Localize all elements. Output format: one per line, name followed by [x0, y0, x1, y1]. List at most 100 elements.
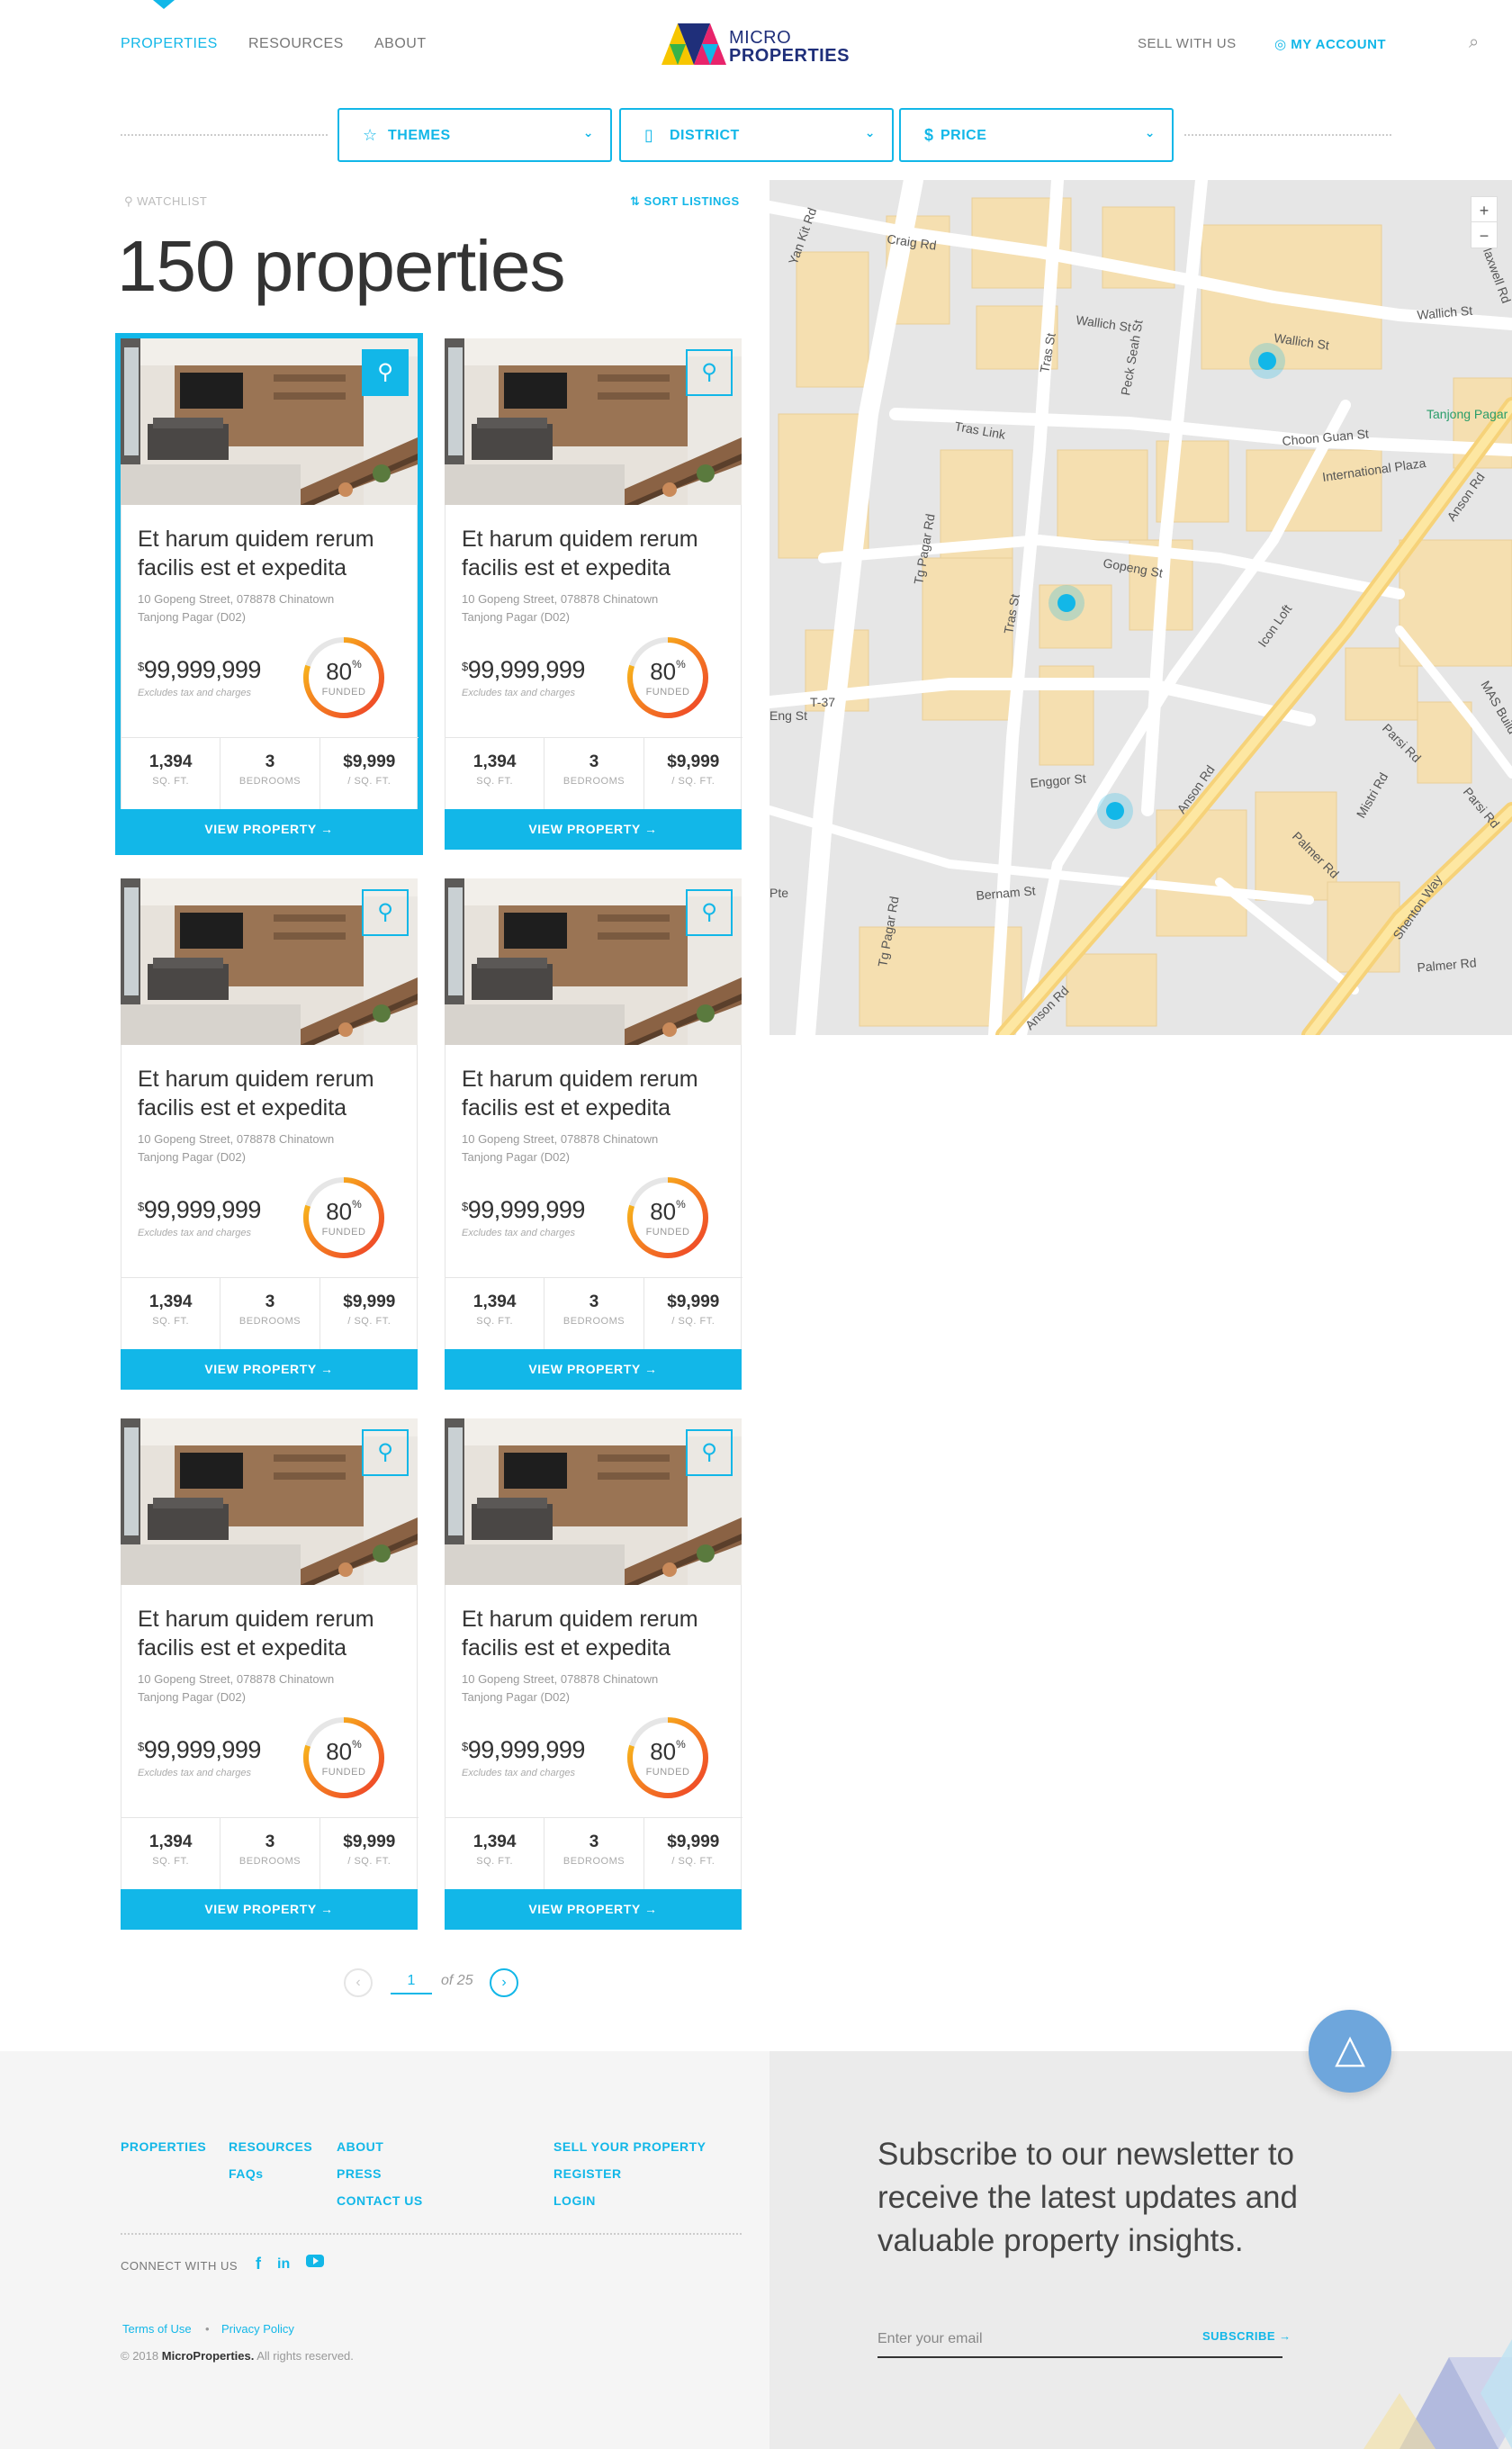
linkedin-icon[interactable]: in [277, 2256, 290, 2273]
privacy-link[interactable]: Privacy Policy [221, 2322, 294, 2336]
filter-price[interactable]: $ PRICE ⌄ [899, 108, 1174, 162]
funded-percent-symbol: % [352, 658, 362, 671]
watchlist-pin-button[interactable]: ⚲ [362, 889, 409, 936]
property-card[interactable]: ⚲ Et harum quidem rerum facilis est et e… [445, 878, 742, 1390]
filter-themes[interactable]: ☆ THEMES ⌄ [338, 108, 612, 162]
map-marker[interactable] [1249, 343, 1285, 379]
zoom-out-button[interactable]: − [1471, 221, 1498, 248]
scroll-to-top-button[interactable]: △ [1309, 2010, 1391, 2093]
footer-link-press[interactable]: PRESS [337, 2166, 382, 2181]
view-property-button[interactable]: VIEW PROPERTY → [121, 1889, 418, 1930]
property-photo[interactable]: ⚲ [121, 338, 418, 505]
card-title[interactable]: Et harum quidem rerum facilis est et exp… [138, 1065, 408, 1122]
funded-label: FUNDED [321, 1227, 366, 1238]
footer-link-login[interactable]: LOGIN [554, 2193, 596, 2208]
filter-district-label: DISTRICT [670, 128, 740, 143]
footer-link-register[interactable]: REGISTER [554, 2166, 622, 2181]
funded-label: FUNDED [321, 687, 366, 698]
view-property-button[interactable]: VIEW PROPERTY → [445, 809, 742, 850]
view-property-button[interactable]: VIEW PROPERTY → [445, 1889, 742, 1930]
nav-about[interactable]: ABOUT [374, 36, 427, 52]
watchlist-pin-button[interactable]: ⚲ [362, 349, 409, 396]
property-card[interactable]: ⚲ Et harum quidem rerum facilis est et e… [445, 338, 742, 850]
funded-percent-value: 80 [650, 1198, 677, 1225]
nav-my-account[interactable]: ◎ MY ACCOUNT [1274, 36, 1386, 52]
view-property-button[interactable]: VIEW PROPERTY → [121, 1349, 418, 1390]
stat-price-per-sqft: $9,999 / SQ. FT. [320, 738, 418, 809]
search-icon[interactable]: ⌕ [1469, 32, 1480, 53]
next-page-button[interactable]: › [490, 1968, 518, 1997]
youtube-icon[interactable] [306, 2254, 324, 2273]
property-card[interactable]: ⚲ Et harum quidem rerum facilis est et e… [121, 1418, 418, 1930]
footer-link-resources[interactable]: RESOURCES [229, 2139, 312, 2154]
funded-label: FUNDED [645, 687, 690, 698]
stat-label: SQ. FT. [476, 776, 514, 787]
pin-icon: ⚲ [377, 900, 393, 924]
watchlist-pin-button[interactable]: ⚲ [686, 889, 733, 936]
funded-percent-value: 80 [650, 1738, 677, 1765]
currency-symbol: $ [462, 1200, 468, 1213]
card-stats: 1,394 SQ. FT. 3 BEDROOMS $9,999 / SQ. FT… [446, 737, 742, 809]
footer-link-sell-property[interactable]: SELL YOUR PROPERTY [554, 2139, 706, 2154]
nav-resources[interactable]: RESOURCES [248, 36, 344, 52]
logo[interactable]: MICRO PROPERTIES [662, 22, 850, 68]
property-card[interactable]: ⚲ Et harum quidem rerum facilis est et e… [445, 1418, 742, 1930]
card-title[interactable]: Et harum quidem rerum facilis est et exp… [462, 1065, 732, 1122]
stat-area: 1,394 SQ. FT. [122, 738, 221, 809]
view-property-button[interactable]: VIEW PROPERTY → [121, 809, 418, 850]
map-marker[interactable] [1097, 793, 1133, 829]
card-price: $99,999,999 [138, 656, 261, 684]
property-photo[interactable]: ⚲ [121, 1418, 418, 1585]
footer-link-about[interactable]: ABOUT [337, 2139, 383, 2154]
stat-label: BEDROOMS [562, 1316, 626, 1327]
stat-value: 1,394 [472, 1832, 517, 1851]
watchlist-pin-button[interactable]: ⚲ [362, 1429, 409, 1476]
property-count-title: 150 properties [117, 226, 565, 306]
page-number-input[interactable]: 1 [391, 1973, 432, 1994]
property-photo[interactable]: ⚲ [445, 878, 742, 1045]
property-photo[interactable]: ⚲ [445, 1418, 742, 1585]
active-nav-indicator [153, 0, 175, 9]
stat-bedrooms: 3 BEDROOMS [544, 1818, 644, 1889]
logo-mark-icon [662, 23, 726, 65]
facebook-icon[interactable]: f [256, 2255, 261, 2273]
property-photo[interactable]: ⚲ [121, 878, 418, 1045]
footer-link-contact[interactable]: CONTACT US [337, 2193, 423, 2208]
card-price: $99,999,999 [462, 1736, 585, 1764]
terms-link[interactable]: Terms of Use [122, 2322, 192, 2336]
map-marker[interactable] [1048, 585, 1084, 621]
logo-text-line2: PROPERTIES [729, 46, 850, 66]
footer-link-faqs[interactable]: FAQs [229, 2166, 264, 2181]
nav-properties[interactable]: PROPERTIES [121, 36, 218, 52]
sort-listings-button[interactable]: ⇅ SORT LISTINGS [630, 194, 740, 209]
card-title[interactable]: Et harum quidem rerum facilis est et exp… [138, 1605, 408, 1662]
card-title[interactable]: Et harum quidem rerum facilis est et exp… [462, 525, 732, 582]
filter-district[interactable]: ▯ DISTRICT ⌄ [619, 108, 894, 162]
subscribe-button[interactable]: SUBSCRIBE → [1202, 2329, 1292, 2343]
stat-label: SQ. FT. [476, 1316, 514, 1327]
stat-value: $9,999 [343, 1832, 396, 1851]
stat-label: SQ. FT. [152, 776, 190, 787]
funded-percent-value: 80 [326, 1198, 353, 1225]
pin-icon: ⚲ [377, 360, 393, 384]
footer-link-properties[interactable]: PROPERTIES [121, 2139, 206, 2154]
watchlist-pin-button[interactable]: ⚲ [686, 349, 733, 396]
property-card[interactable]: ⚲ Et harum quidem rerum facilis est et e… [115, 333, 423, 855]
stat-price-per-sqft: $9,999 / SQ. FT. [644, 1818, 742, 1889]
card-title[interactable]: Et harum quidem rerum facilis est et exp… [138, 525, 408, 582]
star-icon: ☆ [363, 126, 378, 144]
property-card[interactable]: ⚲ Et harum quidem rerum facilis est et e… [121, 878, 418, 1390]
copyright: © 2018 MicroProperties. All rights reser… [121, 2349, 354, 2363]
watchlist-link[interactable]: ⚲ WATCHLIST [124, 194, 207, 209]
funded-label: FUNDED [645, 1227, 690, 1238]
property-photo[interactable]: ⚲ [445, 338, 742, 505]
stat-area: 1,394 SQ. FT. [122, 1278, 221, 1349]
property-map[interactable]: Craig Rd Yan Kit Rd Wallich St Wallich St Tr… [770, 180, 1512, 1035]
watchlist-pin-button[interactable]: ⚲ [686, 1429, 733, 1476]
prev-page-button[interactable]: ‹ [344, 1968, 373, 1997]
zoom-in-button[interactable]: + [1471, 196, 1498, 223]
card-title[interactable]: Et harum quidem rerum facilis est et exp… [462, 1605, 732, 1662]
nav-sell-with-us[interactable]: SELL WITH US [1138, 36, 1237, 51]
stat-label: / SQ. FT. [671, 776, 716, 787]
view-property-button[interactable]: VIEW PROPERTY → [445, 1349, 742, 1390]
